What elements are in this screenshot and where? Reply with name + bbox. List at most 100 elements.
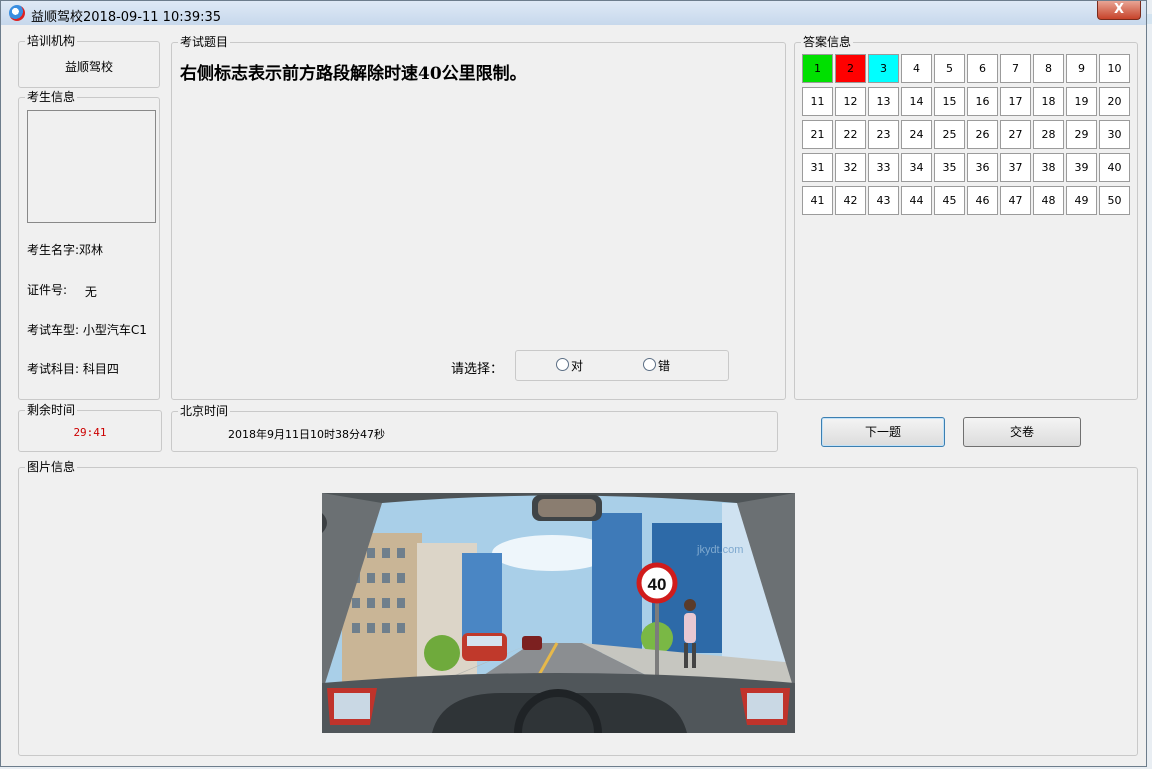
answer-cell[interactable]: 35 [934, 153, 965, 182]
answers-legend: 答案信息 [801, 35, 854, 49]
answer-cell[interactable]: 27 [1000, 120, 1031, 149]
question-group: 考试题目 右侧标志表示前方路段解除时速40公里限制。 请选择： 对 错 [171, 35, 786, 400]
answer-cell[interactable]: 38 [1033, 153, 1064, 182]
answer-cell[interactable]: 22 [835, 120, 866, 149]
answer-cell[interactable]: 31 [802, 153, 833, 182]
answer-cell[interactable]: 5 [934, 54, 965, 83]
next-question-button[interactable]: 下一题 [821, 417, 945, 447]
answer-cell[interactable]: 2 [835, 54, 866, 83]
answer-cell[interactable]: 39 [1066, 153, 1097, 182]
answer-cell[interactable]: 28 [1033, 120, 1064, 149]
answer-cell[interactable]: 37 [1000, 153, 1031, 182]
training-org-legend: 培训机构 [25, 34, 78, 48]
candidate-subject-row: 考试科目: 科目四 [27, 360, 119, 377]
answer-cell[interactable]: 50 [1099, 186, 1130, 215]
candidate-info-legend: 考生信息 [25, 90, 78, 104]
answer-cell[interactable]: 23 [868, 120, 899, 149]
answer-cell[interactable]: 3 [868, 54, 899, 83]
beijing-time-group: 北京时间 2018年9月11日10时38分47秒 [171, 404, 778, 452]
remaining-time-group: 剩余时间 29:41 [18, 403, 162, 452]
submit-exam-button[interactable]: 交卷 [963, 417, 1081, 447]
answer-cell[interactable]: 34 [901, 153, 932, 182]
answer-cell[interactable]: 1 [802, 54, 833, 83]
candidate-vehicle-value: 小型汽车C1 [82, 323, 147, 337]
answer-cell[interactable]: 33 [868, 153, 899, 182]
answer-cell[interactable]: 49 [1066, 186, 1097, 215]
beijing-time-value: 2018年9月11日10时38分47秒 [228, 428, 385, 441]
candidate-vehicle-row: 考试车型: 小型汽车C1 [27, 321, 147, 338]
answer-cell[interactable]: 4 [901, 54, 932, 83]
answer-cell[interactable]: 32 [835, 153, 866, 182]
candidate-id-label: 证件号: [27, 283, 68, 297]
candidate-name-label: 考生名字: [27, 243, 80, 257]
answer-cell[interactable]: 17 [1000, 87, 1031, 116]
answer-cell[interactable]: 48 [1033, 186, 1064, 215]
answer-cell[interactable]: 30 [1099, 120, 1130, 149]
beijing-time-legend: 北京时间 [178, 404, 231, 418]
radio-circle-icon [643, 358, 656, 371]
training-org-group: 培训机构 益顺驾校 [18, 34, 160, 88]
remaining-time-value: 29:41 [73, 426, 107, 439]
candidate-subject-value: 科目四 [82, 362, 119, 376]
answer-cell[interactable]: 29 [1066, 120, 1097, 149]
answer-cell[interactable]: 36 [967, 153, 998, 182]
answer-cell[interactable]: 46 [967, 186, 998, 215]
option-box: 对 错 [515, 350, 729, 381]
answer-cell[interactable]: 20 [1099, 87, 1130, 116]
answer-cell[interactable]: 21 [802, 120, 833, 149]
training-org-name: 益顺驾校 [64, 60, 113, 74]
question-text: 右侧标志表示前方路段解除时速40公里限制。 [180, 64, 527, 84]
close-button[interactable]: X [1097, 1, 1141, 20]
answers-group: 答案信息 1 2 3 4 5 6 7 8 9 10 11 12 13 14 15 16 17 18 19 20 21 22… [794, 35, 1138, 400]
option-false-label: 错 [658, 359, 671, 373]
picture-group: 图片信息 jkydt.com 40 [18, 460, 1138, 756]
candidate-id-value: 无 [84, 285, 97, 299]
answer-cell[interactable]: 6 [967, 54, 998, 83]
remaining-time-legend: 剩余时间 [25, 403, 78, 417]
candidate-id-row: 证件号: 无 [27, 281, 97, 299]
answer-cell[interactable]: 15 [934, 87, 965, 116]
answer-cell[interactable]: 25 [934, 120, 965, 149]
candidate-subject-label: 考试科目: [27, 362, 80, 376]
answer-cell[interactable]: 42 [835, 186, 866, 215]
candidate-photo [27, 110, 156, 223]
watermark-text: jkydt.com [696, 544, 743, 556]
candidate-name-value: 邓林 [79, 243, 104, 257]
option-false-radio[interactable]: 错 [643, 357, 670, 374]
answer-cell[interactable]: 9 [1066, 54, 1097, 83]
title-bar[interactable]: 益顺驾校2018-09-11 10:39:35 X [1, 1, 1146, 25]
option-true-label: 对 [571, 359, 584, 373]
road-scene-illustration: jkydt.com 40 [322, 493, 795, 733]
answer-cell[interactable]: 10 [1099, 54, 1130, 83]
answer-cell[interactable]: 11 [802, 87, 833, 116]
answer-cell[interactable]: 13 [868, 87, 899, 116]
answer-cell[interactable]: 40 [1099, 153, 1130, 182]
answer-cell[interactable]: 45 [934, 186, 965, 215]
candidate-vehicle-label: 考试车型: [27, 323, 80, 337]
app-icon [9, 5, 25, 21]
exam-window: 益顺驾校2018-09-11 10:39:35 X 培训机构 益顺驾校 考生信息… [0, 0, 1147, 767]
radio-circle-icon [556, 358, 569, 371]
answer-cell[interactable]: 18 [1033, 87, 1064, 116]
answer-cell[interactable]: 19 [1066, 87, 1097, 116]
choose-label: 请选择： [451, 362, 504, 377]
candidate-name-row: 考生名字:邓林 [27, 241, 103, 258]
answer-cell[interactable]: 12 [835, 87, 866, 116]
window-title: 益顺驾校2018-09-11 10:39:35 [31, 10, 222, 25]
answer-cell[interactable]: 7 [1000, 54, 1031, 83]
answer-cell[interactable]: 14 [901, 87, 932, 116]
question-legend: 考试题目 [178, 35, 231, 49]
answer-cell[interactable]: 16 [967, 87, 998, 116]
candidate-info-group: 考生信息 考生名字:邓林 证件号: 无 考试车型: 小型汽车C1 考试科目: 科… [18, 90, 160, 400]
answer-cell[interactable]: 43 [868, 186, 899, 215]
picture-legend: 图片信息 [25, 460, 78, 474]
answer-cell[interactable]: 8 [1033, 54, 1064, 83]
question-image: jkydt.com 40 [322, 493, 795, 733]
answer-cell[interactable]: 24 [901, 120, 932, 149]
answer-cell[interactable]: 44 [901, 186, 932, 215]
answer-cell[interactable]: 41 [802, 186, 833, 215]
answer-cell[interactable]: 26 [967, 120, 998, 149]
speed-sign-value: 40 [648, 575, 667, 594]
answer-cell[interactable]: 47 [1000, 186, 1031, 215]
option-true-radio[interactable]: 对 [556, 357, 583, 374]
